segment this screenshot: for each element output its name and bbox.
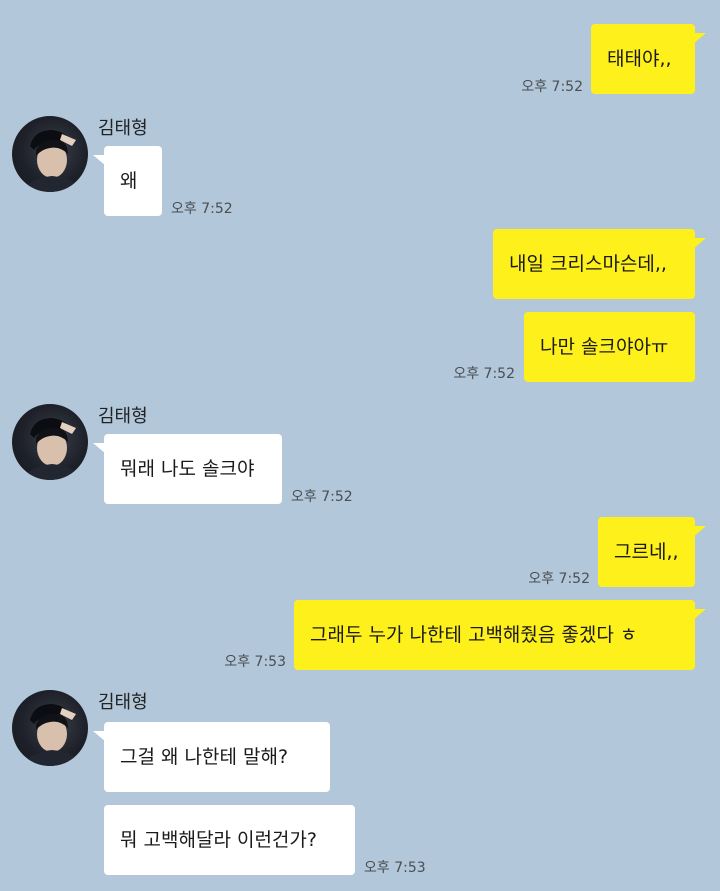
chat-bubble-theirs[interactable]: 뭐 고백해달라 이런건가? — [104, 805, 355, 875]
message-timestamp: 오후 7:52 — [291, 489, 353, 505]
message-text: 왜 — [120, 169, 138, 192]
message-text: 그걸 왜 나한테 말해? — [120, 745, 289, 768]
message-timestamp: 오후 7:53 — [364, 860, 426, 876]
chat-bubble-theirs[interactable]: 뭐래 나도 솔크야 — [93, 434, 282, 504]
chat-bubble-mine[interactable]: 나만 솔크야아ㅠ — [524, 312, 695, 382]
message-text: 내일 크리스마슨데,, — [509, 252, 667, 275]
avatar[interactable] — [12, 404, 88, 480]
chat-bubble-mine[interactable]: 그래두 누가 나한테 고백해줬음 좋겠다 ㅎ — [294, 600, 706, 670]
message-text: 그르네,, — [614, 540, 679, 563]
message-timestamp: 오후 7:52 — [453, 366, 515, 382]
message-timestamp: 오후 7:52 — [521, 79, 583, 95]
sender-name: 김태형 — [98, 406, 148, 427]
message-text: 뭐 고백해달라 이런건가? — [120, 828, 317, 851]
chat-bubble-theirs[interactable]: 그걸 왜 나한테 말해? — [93, 722, 330, 792]
avatar[interactable] — [12, 116, 88, 192]
chat-bubble-theirs[interactable]: 왜 — [93, 146, 162, 216]
message-timestamp: 오후 7:52 — [171, 201, 233, 217]
message-text: 뭐래 나도 솔크야 — [120, 457, 255, 480]
message-text: 그래두 누가 나한테 고백해줬음 좋겠다 ㅎ — [310, 623, 638, 646]
message-text: 나만 솔크야아ㅠ — [540, 335, 669, 358]
message-text: 태태야,, — [607, 47, 672, 70]
chat-bubble-mine[interactable]: 그르네,, — [598, 517, 706, 587]
sender-name: 김태형 — [98, 692, 148, 713]
avatar[interactable] — [12, 690, 88, 766]
sender-name: 김태형 — [98, 118, 148, 139]
message-timestamp: 오후 7:53 — [224, 654, 286, 670]
message-timestamp: 오후 7:52 — [528, 571, 590, 587]
chat-bubble-mine[interactable]: 내일 크리스마슨데,, — [493, 229, 706, 299]
chat-bubble-mine[interactable]: 태태야,, — [591, 24, 706, 94]
